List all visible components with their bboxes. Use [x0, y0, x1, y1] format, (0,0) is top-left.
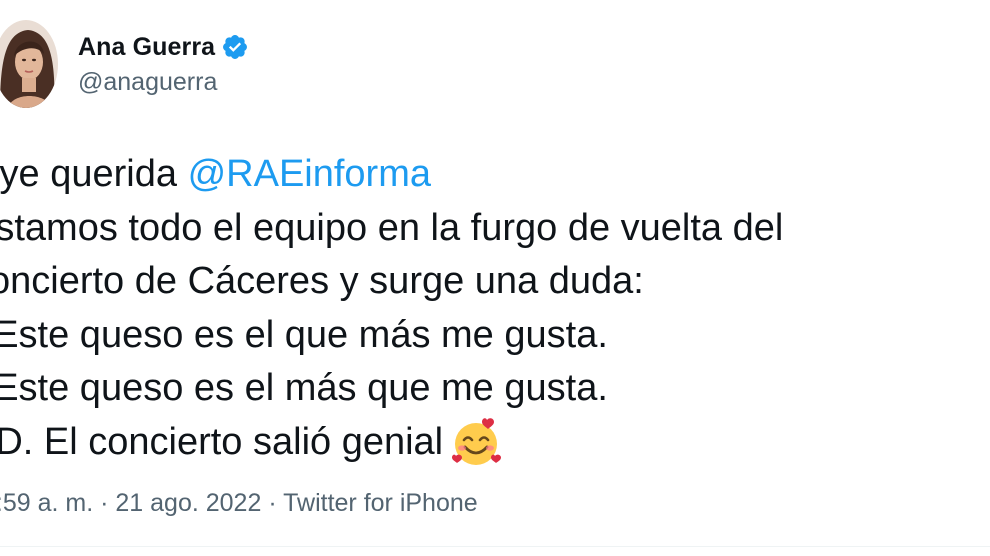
- tweet-card: Ana Guerra @anaguerra Oye querida @RAEin…: [0, 0, 990, 556]
- verified-badge-icon: [221, 33, 249, 61]
- tweet-date[interactable]: 21 ago. 2022: [115, 489, 261, 517]
- author-name-row: Ana Guerra: [78, 30, 249, 64]
- tweet-line-6-text: PD. El concierto salió genial: [0, 420, 444, 463]
- tweet-line-4: - Este queso es el que más me gusta.: [0, 313, 608, 356]
- tweet-line-1-text: Oye querida: [0, 153, 178, 195]
- avatar[interactable]: [0, 20, 58, 108]
- author-name[interactable]: Ana Guerra: [78, 33, 215, 62]
- tweet-time[interactable]: 1:59 a. m.: [0, 489, 93, 517]
- meta-separator: ·: [261, 489, 284, 517]
- avatar-photo: [0, 20, 58, 108]
- meta-separator: ·: [93, 489, 116, 517]
- divider: [0, 546, 990, 547]
- tweet-line-2: Estamos todo el equipo en la furgo de vu…: [0, 206, 784, 249]
- author-handle[interactable]: @anaguerra: [78, 68, 217, 97]
- tweet-line-1: Oye querida @RAEinforma: [0, 148, 970, 202]
- tweet-line-5: - Este queso es el más que me gusta.: [0, 367, 608, 409]
- tweet-meta: 1:59 a. m. · 21 ago. 2022 · Twitter for …: [0, 489, 478, 518]
- smiling-face-with-hearts-icon: [449, 416, 503, 468]
- tweet-source[interactable]: Twitter for iPhone: [283, 489, 478, 517]
- tweet-text: Oye querida @RAEinforma Estamos todo el …: [0, 148, 970, 469]
- mention-link[interactable]: @RAEinforma: [188, 153, 431, 195]
- tweet-line-3: concierto de Cáceres y surge una duda:: [0, 260, 644, 302]
- tweet-line-6: PD. El concierto salió genial: [0, 416, 970, 470]
